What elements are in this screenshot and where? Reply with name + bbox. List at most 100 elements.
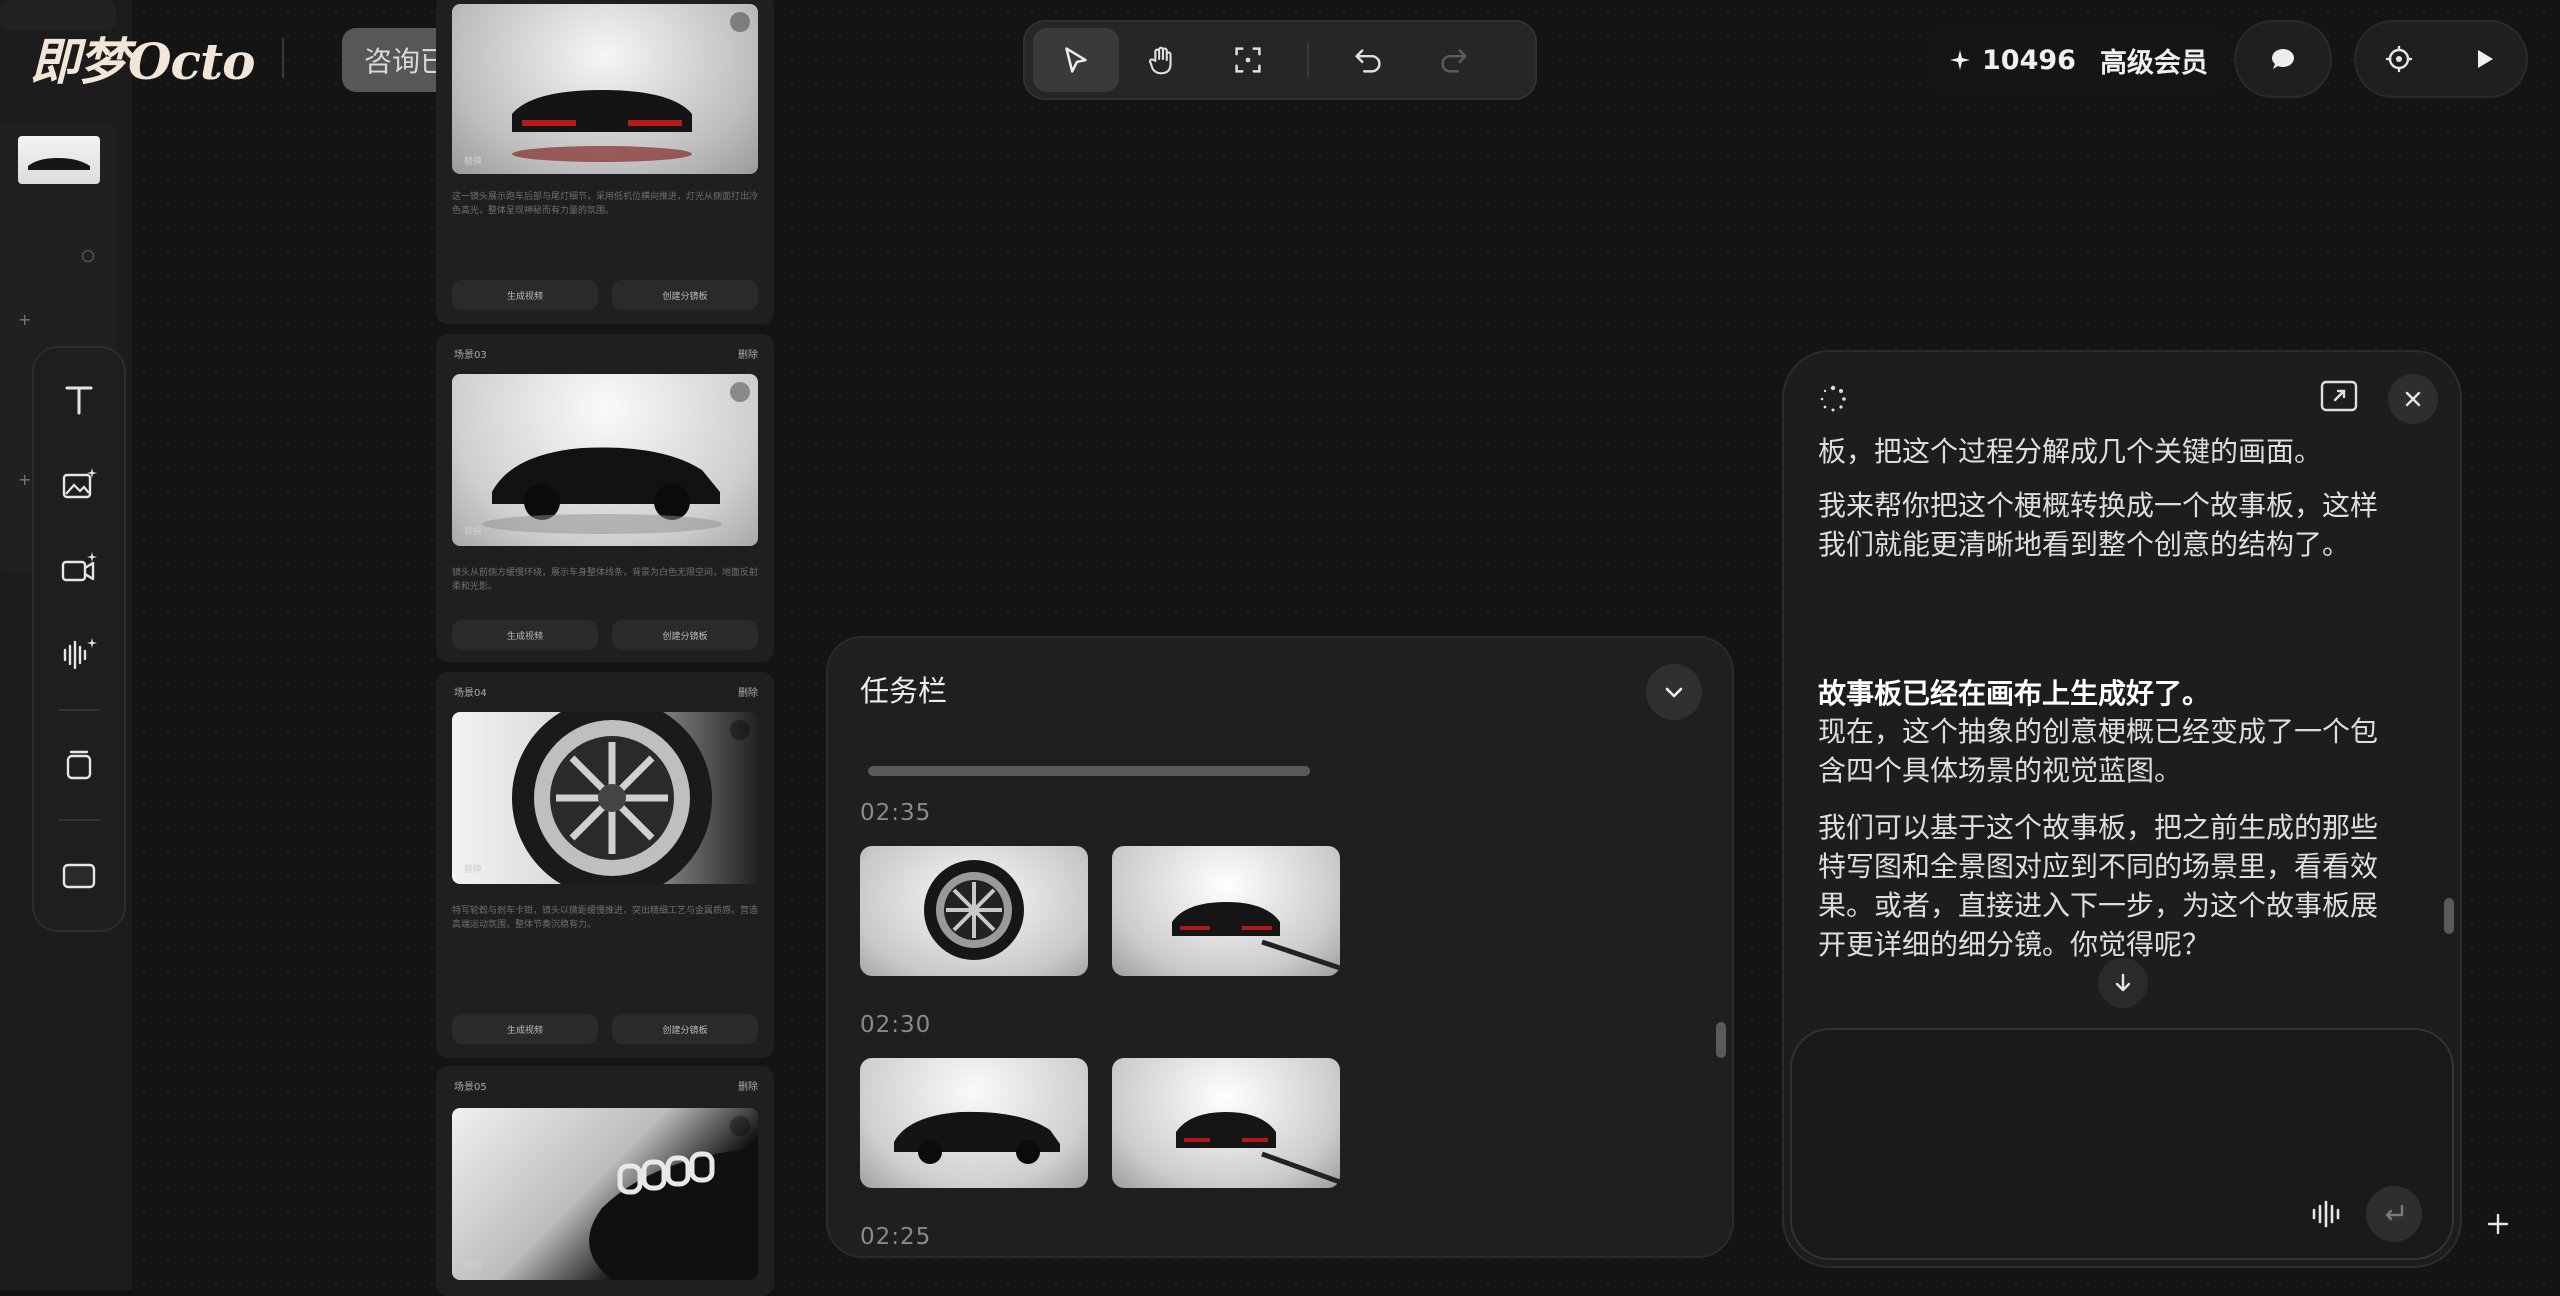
storyboard-scene[interactable]: 替换 这一镜头展示跑车后部与尾灯细节，采用低机位横向推进，灯光从侧面打出冷色高光… bbox=[436, 0, 774, 324]
delete-scene-button[interactable]: 删除 bbox=[738, 346, 758, 361]
download-icon[interactable] bbox=[730, 12, 750, 32]
download-icon[interactable] bbox=[730, 382, 750, 402]
info-icon bbox=[82, 250, 94, 262]
scene-image[interactable]: 替换 bbox=[452, 374, 758, 546]
replace-tag[interactable]: 替换 bbox=[464, 524, 482, 537]
chat-message: 我来帮你把这个梗概转换成一个故事板，这样我们就能更清晰地看到整个创意的结构了。 bbox=[1818, 489, 2379, 561]
create-storyboard-button[interactable]: 创建分镜板 bbox=[612, 280, 758, 310]
create-storyboard-button[interactable]: 创建分镜板 bbox=[612, 620, 758, 650]
select-tool-button[interactable] bbox=[1033, 28, 1119, 92]
scene-image[interactable]: 替换 bbox=[452, 712, 758, 884]
select-icon bbox=[1065, 47, 1087, 73]
canvas-toolbar bbox=[1023, 20, 1537, 100]
hand-tool-button[interactable] bbox=[1119, 28, 1205, 92]
replace-tag[interactable]: 替换 bbox=[464, 1258, 482, 1271]
logo-divider bbox=[282, 38, 285, 78]
storyboard-scene[interactable]: 场景04 删除 替换 特写轮毂与刹车卡钳，镜头以微距缓慢推进，突出精细工艺与金属… bbox=[436, 672, 774, 1058]
replace-tag[interactable]: 替换 bbox=[464, 154, 482, 167]
undo-button[interactable] bbox=[1325, 28, 1411, 92]
task-panel: 任务栏 02:35 02:30 02:25 bbox=[826, 636, 1734, 1258]
tool-palette bbox=[32, 346, 126, 932]
task-thumbnail[interactable] bbox=[860, 1058, 1088, 1188]
palette-divider bbox=[58, 708, 100, 711]
account-status[interactable]: 10496 高级会员 bbox=[1928, 28, 2228, 92]
generate-video-button[interactable]: 生成视频 bbox=[452, 1014, 598, 1044]
scene-description: 这一镜头展示跑车后部与尾灯细节，采用低机位横向推进，灯光从侧面打出冷色高光，整体… bbox=[452, 192, 759, 216]
scene-image[interactable]: 替换 bbox=[452, 4, 758, 174]
text-tool-button[interactable] bbox=[47, 370, 111, 431]
settings-icon[interactable] bbox=[2384, 44, 2414, 74]
task-panel-scrollbar[interactable] bbox=[1716, 1022, 1726, 1058]
frame-tool-button[interactable] bbox=[47, 845, 111, 906]
chat-bubble-icon bbox=[2272, 48, 2294, 69]
scene-id: 场景05 bbox=[454, 1082, 487, 1093]
undo-icon bbox=[1355, 49, 1381, 73]
send-button[interactable] bbox=[2366, 1186, 2422, 1242]
scene-description: 特写轮毂与刹车卡钳，镜头以微距缓慢推进，突出精细工艺与金属质感，营造高端运动氛围… bbox=[452, 906, 758, 930]
storyboard-scene[interactable]: 场景05 删除 替换 bbox=[436, 1066, 774, 1296]
collapse-task-panel-button[interactable] bbox=[1646, 664, 1702, 720]
create-storyboard-button[interactable]: 创建分镜板 bbox=[612, 1014, 758, 1044]
task-progress-bar bbox=[868, 766, 1310, 776]
replace-tag[interactable]: 替换 bbox=[464, 862, 482, 875]
scene-id: 场景03 bbox=[454, 350, 487, 361]
task-thumbnail[interactable] bbox=[1112, 1058, 1340, 1188]
close-icon bbox=[2405, 391, 2421, 407]
chat-message: 我们可以基于这个故事板，把之前生成的那些特写图和全景图对应到不同的场景里，看看效… bbox=[1818, 811, 2378, 960]
download-icon[interactable] bbox=[730, 720, 750, 740]
scroll-to-bottom-button[interactable] bbox=[2098, 958, 2148, 1008]
chat-message: 板，把这个过程分解成几个关键的画面。 bbox=[1818, 435, 2323, 468]
add-page-icon[interactable]: + bbox=[18, 312, 34, 328]
play-icon[interactable] bbox=[2470, 45, 2498, 73]
add-button[interactable] bbox=[2470, 1196, 2526, 1252]
text-icon bbox=[65, 386, 93, 415]
chat-scrollbar[interactable] bbox=[2444, 898, 2454, 934]
toolbar-divider bbox=[1307, 42, 1309, 78]
focus-icon bbox=[1235, 47, 1261, 73]
pop-out-icon[interactable] bbox=[2320, 380, 2358, 412]
audio-gen-tool-button[interactable] bbox=[47, 624, 111, 685]
palette-divider bbox=[58, 819, 100, 822]
task-panel-title: 任务栏 bbox=[860, 674, 948, 708]
page-thumbnail[interactable] bbox=[18, 136, 100, 184]
scene-image[interactable]: 替换 bbox=[452, 1108, 758, 1280]
task-group-time: 02:30 bbox=[860, 1012, 932, 1038]
sparkle-icon bbox=[1950, 50, 1970, 70]
scene-id: 场景04 bbox=[454, 688, 487, 699]
focus-tool-button[interactable] bbox=[1205, 28, 1291, 92]
redo-icon bbox=[1441, 49, 1467, 73]
delete-scene-button[interactable]: 删除 bbox=[738, 1078, 758, 1093]
hand-icon bbox=[1149, 46, 1172, 75]
layers-tool-button[interactable] bbox=[47, 735, 111, 796]
chat-message: 现在，这个抽象的创意梗概已经变成了一个包含四个具体场景的视觉蓝图。 bbox=[1818, 715, 2379, 787]
storyboard-scene[interactable]: 场景03 删除 替换 镜头从前侧方缓慢环绕，展示车身整体线条，背景为白色无限空间… bbox=[436, 334, 774, 662]
close-chat-button[interactable] bbox=[2388, 374, 2438, 424]
image-gen-tool-button[interactable] bbox=[47, 455, 111, 516]
enter-icon bbox=[2385, 1204, 2404, 1221]
app-logo[interactable]: 即梦Octo bbox=[30, 28, 285, 91]
task-thumbnail[interactable] bbox=[1112, 846, 1340, 976]
chevron-down-icon bbox=[1665, 687, 1683, 698]
credits-display: 10496 bbox=[1948, 45, 2076, 76]
voice-input-icon[interactable] bbox=[2306, 1194, 2346, 1234]
scene-description: 镜头从前侧方缓慢环绕，展示车身整体线条，背景为白色无限空间，地面反射柔和光影。 bbox=[452, 568, 758, 592]
chat-panel: 板，把这个过程分解成几个关键的画面。 我来帮你把这个梗概转换成一个故事板，这样我… bbox=[1782, 350, 2462, 1268]
redo-button[interactable] bbox=[1411, 28, 1497, 92]
task-group-time: 02:25 bbox=[860, 1224, 932, 1250]
audio-gen-icon bbox=[63, 638, 97, 670]
membership-badge[interactable]: 高级会员 bbox=[2100, 41, 2208, 80]
chat-input[interactable] bbox=[1790, 1028, 2454, 1260]
video-gen-tool-button[interactable] bbox=[47, 539, 111, 600]
delete-scene-button[interactable]: 删除 bbox=[738, 684, 758, 699]
chat-toggle-button[interactable] bbox=[2234, 20, 2332, 98]
download-icon[interactable] bbox=[730, 1116, 750, 1136]
generate-video-button[interactable]: 生成视频 bbox=[452, 620, 598, 650]
task-thumbnail[interactable] bbox=[860, 846, 1088, 976]
plus-icon bbox=[2487, 1213, 2509, 1235]
chat-message-heading: 故事板已经在画布上生成好了。 bbox=[1818, 677, 2211, 710]
layers-icon bbox=[66, 750, 92, 780]
frame-icon bbox=[62, 863, 96, 888]
logo-text: 即梦Octo bbox=[30, 32, 255, 91]
generate-video-button[interactable]: 生成视频 bbox=[452, 280, 598, 310]
image-gen-icon bbox=[62, 468, 97, 499]
